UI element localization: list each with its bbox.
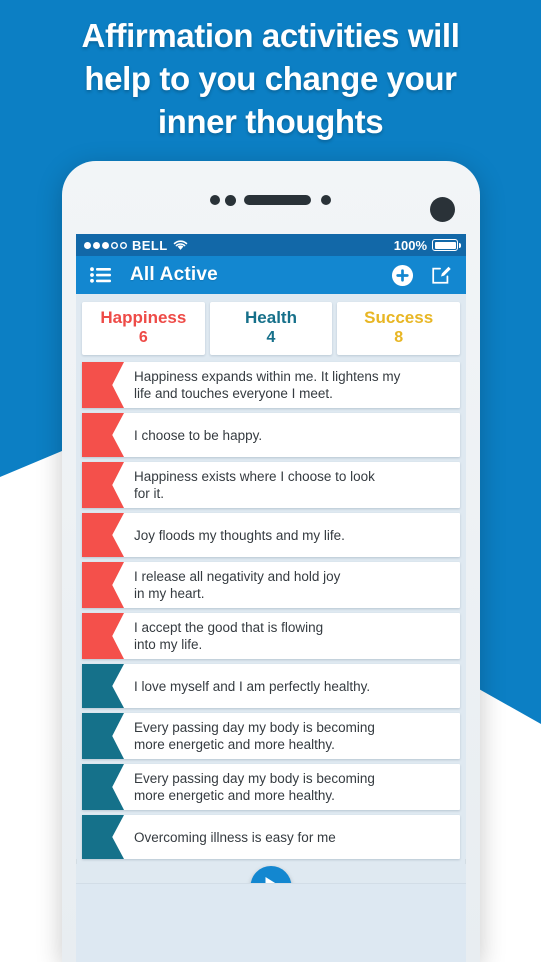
affirmation-row[interactable]: Happiness expands within me. It lightens… [82, 362, 460, 408]
tab-success[interactable]: Success 8 [337, 302, 461, 355]
category-tabs: Happiness 6 Health 4 Success 8 [76, 294, 466, 362]
affirmation-text-line: Every passing day my body is becoming [134, 771, 375, 786]
affirmation-text-line: Every passing day my body is becoming [134, 720, 375, 735]
affirmation-row[interactable]: I accept the good that is flowing into my… [82, 613, 460, 659]
affirmation-row[interactable]: I choose to be happy. [82, 413, 460, 457]
tab-happiness-label: Happiness [100, 308, 187, 327]
affirmation-text-line: Happiness exists where I choose to look [134, 469, 375, 484]
affirmation-text-line: I love myself and I am perfectly healthy… [134, 678, 371, 694]
phone-screen: BELL 100% All Active Happiness 6 Health … [76, 234, 466, 962]
affirmation-row[interactable]: Every passing day my body is becoming mor… [82, 713, 460, 759]
affirmation-text: I accept the good that is flowing into my… [124, 613, 460, 659]
affirmation-text-line: I release all negativity and hold joy [134, 569, 341, 584]
status-bar: BELL 100% [76, 234, 466, 256]
affirmation-row[interactable]: I love myself and I am perfectly healthy… [82, 664, 460, 708]
battery-icon [432, 239, 461, 251]
affirmation-text-line: into my life. [134, 637, 203, 652]
tab-success-label: Success [364, 308, 434, 327]
page-title: All Active [130, 264, 218, 285]
headline-line-1: Affirmation activities will [81, 17, 460, 54]
affirmation-text-line: Happiness expands within me. It lightens… [134, 369, 401, 384]
promo-headline: Affirmation activities will help to you … [0, 14, 541, 143]
sensor-dot-icon [210, 195, 220, 205]
list-menu-icon[interactable] [90, 267, 111, 283]
tab-success-count: 8 [394, 329, 404, 346]
category-ribbon-icon [82, 713, 124, 759]
category-ribbon-icon [82, 613, 124, 659]
affirmation-text: Every passing day my body is becoming mor… [124, 713, 460, 759]
category-ribbon-icon [82, 513, 124, 557]
front-camera-icon [430, 197, 455, 222]
category-ribbon-icon [82, 562, 124, 608]
app-nav-bar: All Active [76, 256, 466, 294]
affirmation-text-line: life and touches everyone I meet. [134, 386, 333, 401]
affirmation-text: Overcoming illness is easy for me [124, 815, 460, 859]
affirmation-text-line: more energetic and more healthy. [134, 737, 335, 752]
affirmation-text: I release all negativity and hold joy in … [124, 562, 460, 608]
affirmation-text-line: I accept the good that is flowing [134, 620, 324, 635]
affirmation-row[interactable]: Every passing day my body is becoming mor… [82, 764, 460, 810]
category-ribbon-icon [82, 413, 124, 457]
category-ribbon-icon [82, 764, 124, 810]
affirmation-text: Joy floods my thoughts and my life. [124, 513, 460, 557]
nav-actions [391, 264, 452, 287]
battery-percent-label: 100% [393, 237, 427, 253]
sensor-dot-icon [225, 195, 236, 206]
affirmation-text-line: more energetic and more healthy. [134, 788, 335, 803]
carrier-label: BELL [132, 237, 168, 253]
sensor-dot-icon [321, 195, 331, 205]
tab-health[interactable]: Health 4 [209, 302, 333, 355]
affirmation-text: Every passing day my body is becoming mor… [124, 764, 460, 810]
affirmation-text-line: I choose to be happy. [134, 427, 263, 443]
affirmation-text: Happiness expands within me. It lightens… [124, 362, 460, 408]
headline-line-3: inner thoughts [157, 103, 384, 140]
earpiece-speaker-icon [244, 195, 311, 205]
bottom-strip [76, 883, 466, 962]
affirmation-list[interactable]: Happiness expands within me. It lightens… [76, 362, 466, 859]
signal-strength-icon [84, 241, 127, 249]
tab-health-count: 4 [266, 329, 276, 346]
wifi-icon [173, 239, 188, 251]
affirmation-row[interactable]: Happiness exists where I choose to look f… [82, 462, 460, 508]
headline-line-2: help to you change your [84, 60, 457, 97]
affirmation-text: I love myself and I am perfectly healthy… [124, 664, 460, 708]
affirmation-text: Happiness exists where I choose to look f… [124, 462, 460, 508]
tab-happiness[interactable]: Happiness 6 [82, 302, 205, 355]
affirmation-row[interactable]: Overcoming illness is easy for me [82, 815, 460, 859]
category-ribbon-icon [82, 362, 124, 408]
status-bar-left: BELL [84, 238, 188, 253]
tab-happiness-count: 6 [138, 329, 148, 346]
phone-top-bezel [62, 161, 480, 234]
category-ribbon-icon [82, 664, 124, 708]
affirmation-text-line: for it. [134, 486, 165, 501]
category-ribbon-icon [82, 462, 124, 508]
category-ribbon-icon [82, 815, 124, 859]
phone-mockup: BELL 100% All Active Happiness 6 Health … [62, 161, 480, 962]
plus-circle-icon[interactable] [391, 264, 414, 287]
affirmation-row[interactable]: Joy floods my thoughts and my life. [82, 513, 460, 557]
affirmation-text-line: in my heart. [134, 586, 205, 601]
affirmation-text: I choose to be happy. [124, 413, 460, 457]
affirmation-text-line: Joy floods my thoughts and my life. [134, 527, 345, 543]
status-bar-right: 100% [393, 237, 461, 253]
tab-health-label: Health [245, 308, 297, 327]
affirmation-row[interactable]: I release all negativity and hold joy in … [82, 562, 460, 608]
compose-edit-icon[interactable] [430, 264, 452, 286]
affirmation-text-line: Overcoming illness is easy for me [134, 829, 336, 845]
